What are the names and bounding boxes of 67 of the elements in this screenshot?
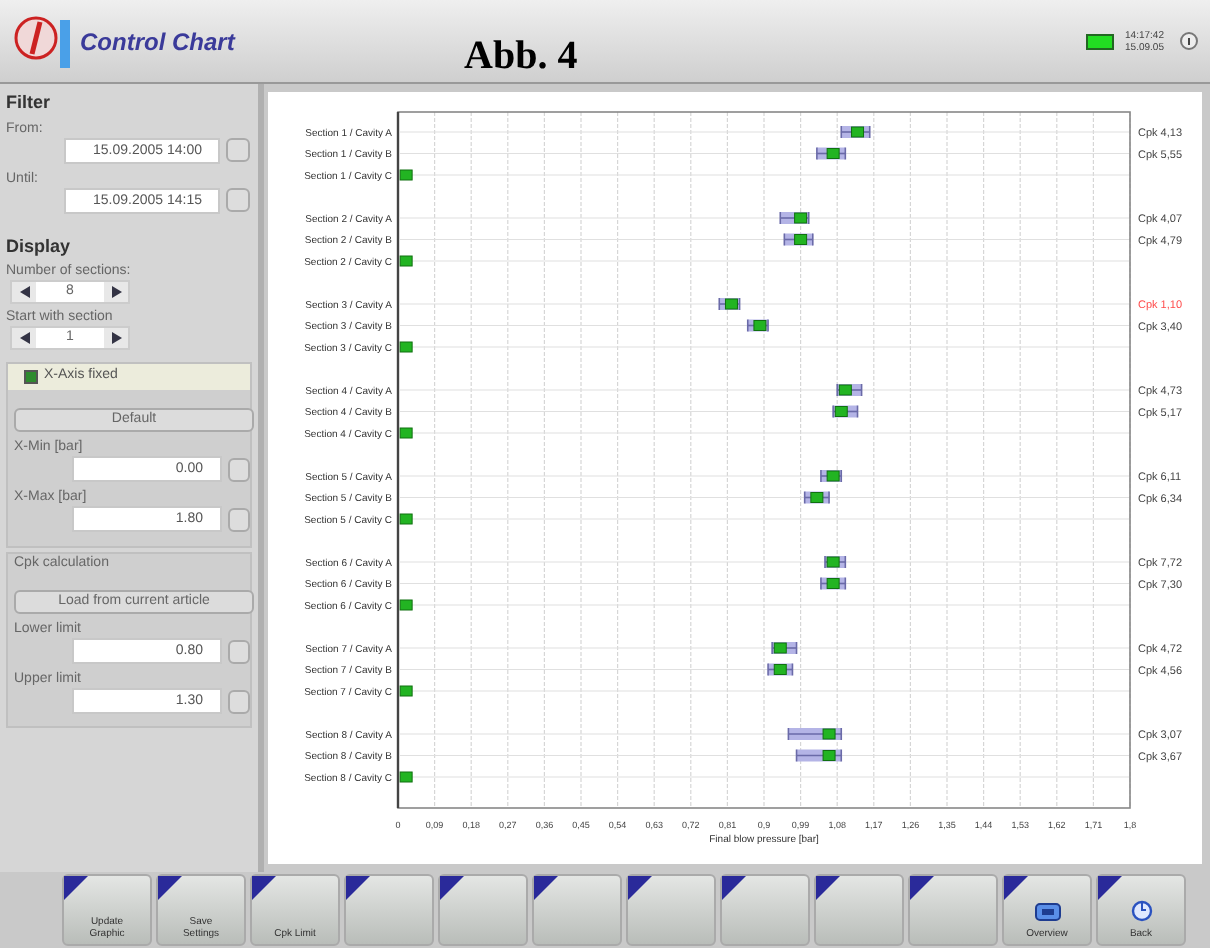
mean-marker [399,427,413,439]
corner-flag-icon [722,876,746,900]
error-bar [718,297,741,311]
mean-marker [834,406,848,417]
mean-marker [826,148,840,159]
mean-marker [399,771,413,783]
mean-marker [773,642,787,654]
error-bar [820,576,847,591]
mean-marker [794,212,808,224]
error-bar [832,404,859,419]
mean-marker [822,750,836,761]
error-bar [824,555,847,569]
mean-marker [399,685,413,697]
mean-marker [851,126,865,138]
mean-marker [399,169,413,181]
error-bar [820,469,843,483]
corner-flag-icon [534,876,558,900]
mean-marker [399,255,413,267]
mean-marker [826,578,840,589]
corner-flag-icon [910,876,934,900]
mean-marker [724,298,738,310]
toolbar-button[interactable] [626,874,716,946]
monitor-icon [1033,902,1061,922]
mean-marker [838,384,852,396]
corner-flag-icon [440,876,464,900]
info-icon [1180,32,1198,50]
mean-marker [399,513,413,525]
corner-flag-icon [1098,876,1122,900]
error-bar [803,490,830,505]
toolbar-button[interactable] [814,874,904,946]
toolbar-button[interactable] [720,874,810,946]
mean-marker [399,341,413,353]
error-bar [767,662,794,677]
toolbar-button[interactable] [908,874,998,946]
corner-flag-icon [1004,876,1028,900]
mean-marker [399,599,413,611]
figure-caption: Abb. 4 [464,31,578,81]
error-bar [840,125,871,139]
corner-flag-icon [252,876,276,900]
corner-flag-icon [816,876,840,900]
logo-icon [12,11,72,71]
checkbox[interactable] [24,370,38,384]
mean-marker [826,470,840,482]
error-bar [746,318,769,333]
error-bar [836,383,863,397]
toolbar-button[interactable] [532,874,622,946]
section-heading: Filter [4,90,53,116]
toolbar-button[interactable] [438,874,528,946]
error-bar [787,727,843,741]
mean-marker [753,320,767,331]
error-bar [816,146,847,161]
corner-flag-icon [64,876,88,900]
error-bar [771,641,798,655]
error-bar [795,748,843,763]
error-bar [783,232,814,247]
mean-marker [822,728,836,740]
mean-marker [810,492,824,503]
error-bar [779,211,810,225]
mean-marker [773,664,787,675]
corner-flag-icon [346,876,370,900]
corner-flag-icon [628,876,652,900]
corner-flag-icon [158,876,182,900]
toolbar-button[interactable] [344,874,434,946]
mean-marker [794,234,808,245]
section-heading: Display [4,233,73,260]
mean-marker [826,556,840,568]
window-title: Control Chart [80,25,238,59]
